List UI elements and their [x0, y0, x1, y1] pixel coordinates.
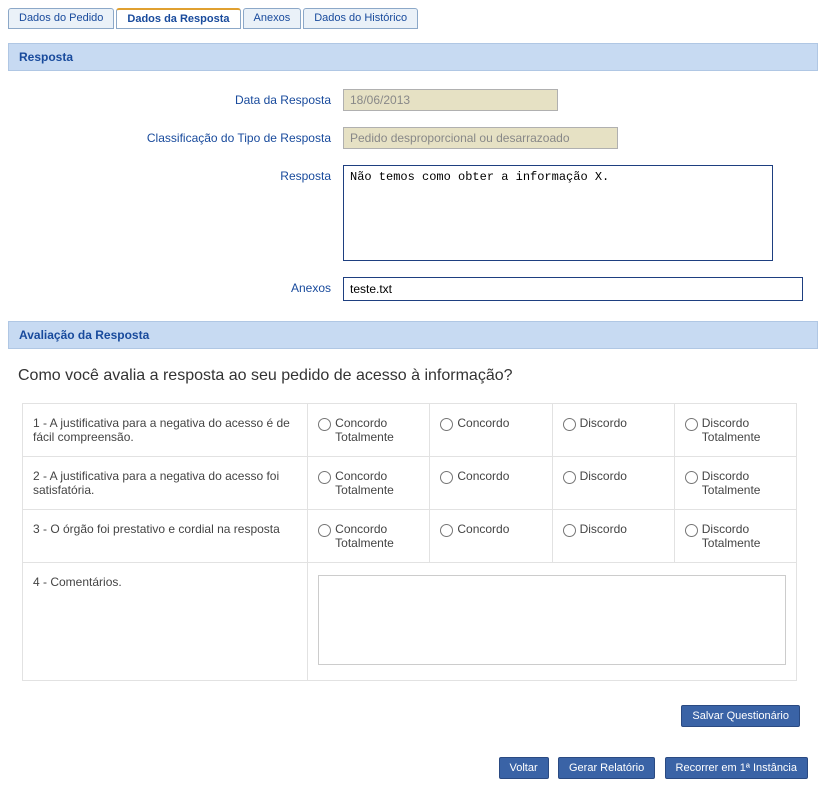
section-avaliacao-header: Avaliação da Resposta: [8, 321, 818, 349]
avaliacao-question-title: Como você avalia a resposta ao seu pedid…: [18, 367, 818, 385]
section-resposta-header: Resposta: [8, 43, 818, 71]
relatorio-button[interactable]: Gerar Relatório: [558, 757, 655, 779]
input-anexos: [343, 277, 803, 301]
label-data-resposta: Data da Resposta: [8, 89, 343, 107]
radio-q2-d[interactable]: [563, 471, 576, 484]
eval-q2-c[interactable]: Concordo: [440, 469, 541, 484]
eval-opt-label: Discordo Totalmente: [702, 469, 786, 497]
radio-q3-c[interactable]: [440, 524, 453, 537]
table-row: 3 - O órgão foi prestativo e cordial na …: [23, 510, 797, 563]
eval-opt-label: Concordo: [457, 469, 509, 483]
eval-q4-text: 4 - Comentários.: [23, 563, 308, 681]
eval-opt-label: Discordo: [580, 469, 627, 483]
tab-anexos[interactable]: Anexos: [243, 8, 302, 29]
salvar-row: Salvar Questionário: [8, 705, 818, 727]
eval-opt-label: Concordo Totalmente: [335, 416, 419, 444]
eval-q1-ct[interactable]: Concordo Totalmente: [318, 416, 419, 444]
table-row: 2 - A justificativa para a negativa do a…: [23, 457, 797, 510]
eval-opt-label: Concordo Totalmente: [335, 469, 419, 497]
radio-q1-dt[interactable]: [685, 418, 698, 431]
eval-opt-label: Discordo: [580, 416, 627, 430]
eval-table: 1 - A justificativa para a negativa do a…: [22, 403, 797, 681]
eval-q2-ct[interactable]: Concordo Totalmente: [318, 469, 419, 497]
radio-q2-dt[interactable]: [685, 471, 698, 484]
eval-q1-text: 1 - A justificativa para a negativa do a…: [23, 404, 308, 457]
section-resposta: Resposta Data da Resposta Classificação …: [8, 43, 818, 301]
eval-q1-dt[interactable]: Discordo Totalmente: [685, 416, 786, 444]
eval-opt-label: Concordo: [457, 522, 509, 536]
label-classificacao: Classificação do Tipo de Resposta: [8, 127, 343, 145]
eval-q3-text: 3 - O órgão foi prestativo e cordial na …: [23, 510, 308, 563]
recorrer-button[interactable]: Recorrer em 1ª Instância: [665, 757, 808, 779]
tab-dados-pedido[interactable]: Dados do Pedido: [8, 8, 114, 29]
radio-q1-c[interactable]: [440, 418, 453, 431]
table-row: 4 - Comentários.: [23, 563, 797, 681]
eval-q3-ct[interactable]: Concordo Totalmente: [318, 522, 419, 550]
label-anexos: Anexos: [8, 277, 343, 295]
eval-q2-text: 2 - A justificativa para a negativa do a…: [23, 457, 308, 510]
eval-q1-d[interactable]: Discordo: [563, 416, 664, 431]
input-classificacao: [343, 127, 618, 149]
radio-q1-d[interactable]: [563, 418, 576, 431]
label-resposta: Resposta: [8, 165, 343, 183]
tab-dados-historico[interactable]: Dados do Histórico: [303, 8, 418, 29]
eval-opt-label: Discordo Totalmente: [702, 416, 786, 444]
eval-opt-label: Discordo Totalmente: [702, 522, 786, 550]
radio-q3-dt[interactable]: [685, 524, 698, 537]
tab-dados-resposta[interactable]: Dados da Resposta: [116, 8, 240, 29]
table-row: 1 - A justificativa para a negativa do a…: [23, 404, 797, 457]
textarea-resposta: [343, 165, 773, 261]
bottom-button-row: Voltar Gerar Relatório Recorrer em 1ª In…: [8, 757, 818, 779]
section-avaliacao: Avaliação da Resposta Como você avalia a…: [8, 321, 818, 779]
eval-q2-d[interactable]: Discordo: [563, 469, 664, 484]
radio-q3-ct[interactable]: [318, 524, 331, 537]
eval-q1-c[interactable]: Concordo: [440, 416, 541, 431]
radio-q3-d[interactable]: [563, 524, 576, 537]
eval-opt-label: Discordo: [580, 522, 627, 536]
input-data-resposta: [343, 89, 558, 111]
salvar-button[interactable]: Salvar Questionário: [681, 705, 800, 727]
radio-q2-ct[interactable]: [318, 471, 331, 484]
eval-opt-label: Concordo: [457, 416, 509, 430]
radio-q2-c[interactable]: [440, 471, 453, 484]
eval-q3-c[interactable]: Concordo: [440, 522, 541, 537]
eval-q3-dt[interactable]: Discordo Totalmente: [685, 522, 786, 550]
tabs: Dados do Pedido Dados da Resposta Anexos…: [8, 8, 818, 29]
comments-textarea[interactable]: [318, 575, 786, 665]
eval-q2-dt[interactable]: Discordo Totalmente: [685, 469, 786, 497]
voltar-button[interactable]: Voltar: [499, 757, 549, 779]
radio-q1-ct[interactable]: [318, 418, 331, 431]
eval-q3-d[interactable]: Discordo: [563, 522, 664, 537]
eval-opt-label: Concordo Totalmente: [335, 522, 419, 550]
